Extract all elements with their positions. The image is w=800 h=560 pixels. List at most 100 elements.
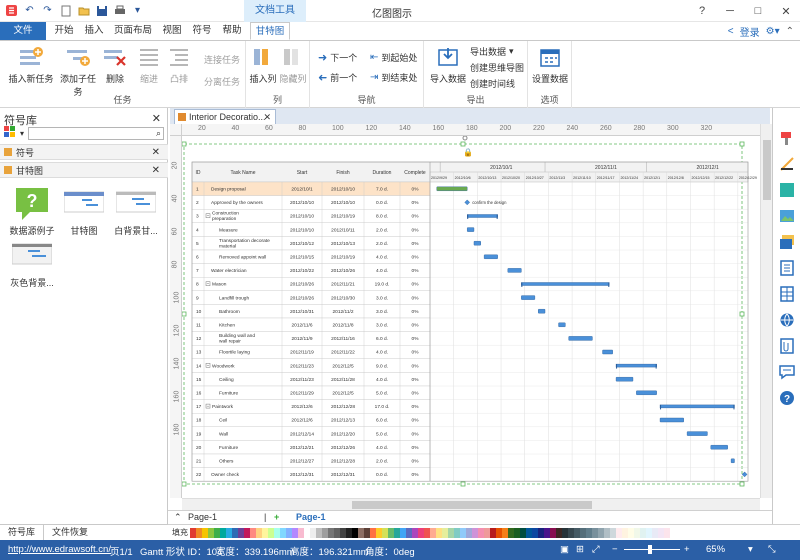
undo-icon[interactable]: ↶: [22, 3, 37, 18]
status-bar: http://www.edrawsoft.cn/ 页1/1 Gantt 形状 I…: [0, 540, 800, 560]
indent-button[interactable]: 凸排: [164, 45, 194, 85]
tab-help[interactable]: 帮助: [218, 22, 246, 40]
color-swatches[interactable]: [190, 528, 670, 538]
zoom-out-icon[interactable]: −: [612, 544, 618, 555]
settings-gear-icon[interactable]: ⚙▾: [766, 26, 780, 37]
page-nav-icon[interactable]: |: [264, 512, 266, 522]
insert-column-button[interactable]: 插入列: [248, 45, 278, 85]
delete-task-button[interactable]: 删除: [100, 45, 130, 85]
status-dropdown-icon[interactable]: ▾: [748, 544, 753, 555]
zoom-slider[interactable]: [624, 549, 680, 550]
layer-icon[interactable]: [779, 234, 795, 250]
redo-icon[interactable]: ↷: [40, 3, 55, 18]
tab-gantt[interactable]: 甘特图: [250, 22, 290, 40]
data-sheet-icon[interactable]: [779, 286, 795, 302]
go-start-icon: ⇤: [370, 52, 379, 63]
horizontal-scroll-thumb[interactable]: [352, 501, 592, 509]
attachment-icon[interactable]: [779, 338, 795, 354]
fit-width-icon[interactable]: ⊞: [576, 544, 584, 555]
library-grid-icon[interactable]: [4, 126, 16, 140]
help-question-icon[interactable]: ?: [688, 0, 716, 22]
document-tab[interactable]: Interior Decoratio... ✕: [174, 109, 276, 124]
ruler-tick-label: 40: [231, 125, 240, 132]
shape-data-source-example[interactable]: ? 数据源例子: [4, 184, 60, 237]
share-icon[interactable]: <: [728, 26, 734, 37]
go-to-start-button[interactable]: ⇤ 到起始处: [370, 51, 417, 64]
go-to-end-button[interactable]: ⇥ 到结束处: [370, 71, 417, 84]
color-swatch[interactable]: [664, 528, 670, 538]
category-close-icon[interactable]: ✕: [152, 147, 160, 158]
zoom-slider-thumb[interactable]: [648, 545, 652, 554]
hide-column-button[interactable]: 隐藏列: [278, 45, 308, 85]
tab-symbols[interactable]: 符号: [188, 22, 216, 40]
horizontal-scrollbar[interactable]: [182, 498, 760, 510]
image-icon[interactable]: [779, 208, 795, 224]
gantt-chart[interactable]: 🔒 ID Task Name Start Finish Duration Complete 2…: [182, 136, 760, 498]
full-screen-icon[interactable]: ⤢: [592, 544, 600, 555]
outdent-button[interactable]: 缩进: [134, 45, 164, 85]
previous-button[interactable]: ➜ 前一个: [318, 71, 357, 84]
help-icon[interactable]: ?: [779, 390, 795, 406]
tab-home[interactable]: 开始: [50, 22, 78, 40]
create-timeline-button[interactable]: 创建时间线: [470, 77, 515, 90]
minimize-button[interactable]: ─: [716, 0, 744, 22]
export-data-button[interactable]: 导出数据 ▾: [470, 45, 514, 58]
line-style-icon[interactable]: [779, 156, 795, 172]
add-page-icon[interactable]: +: [274, 512, 279, 522]
category-close-icon[interactable]: ✕: [152, 165, 160, 176]
save-icon[interactable]: [94, 3, 109, 18]
vertical-scrollbar[interactable]: [760, 124, 772, 498]
fit-window-icon[interactable]: ⤡: [768, 544, 776, 555]
fit-page-icon[interactable]: ▣: [560, 544, 569, 555]
tab-symbol-library[interactable]: 符号库: [0, 525, 45, 540]
vertical-scroll-thumb[interactable]: [763, 140, 771, 200]
new-icon[interactable]: [58, 3, 73, 18]
import-data-button[interactable]: 导入数据: [428, 45, 468, 85]
document-icon: [178, 113, 186, 121]
open-icon[interactable]: [76, 3, 91, 18]
hyperlink-globe-icon[interactable]: [779, 312, 795, 328]
settings-data-button[interactable]: 设置数据: [530, 45, 570, 85]
task-name: wall repair: [219, 339, 241, 345]
drawing-canvas[interactable]: 🔒 ID Task Name Start Finish Duration Complete 2…: [182, 136, 760, 498]
maximize-button[interactable]: □: [744, 0, 772, 22]
shape-white-bg-gantt[interactable]: 白背景甘...: [108, 184, 164, 237]
page-properties-icon[interactable]: [779, 260, 795, 276]
tab-insert[interactable]: 插入: [80, 22, 108, 40]
fill-color-icon[interactable]: [779, 182, 795, 198]
tab-file-recovery[interactable]: 文件恢复: [44, 525, 96, 540]
grid-dropdown-icon[interactable]: ▾: [20, 129, 24, 138]
page-up-icon[interactable]: ⌃: [174, 512, 182, 523]
library-category-symbols[interactable]: 符号 ✕: [0, 144, 168, 160]
add-subtask-button[interactable]: 添加子任务: [56, 45, 100, 98]
create-mindmap-button[interactable]: 创建思维导图: [470, 61, 524, 74]
login-link[interactable]: 登录: [740, 24, 760, 39]
library-category-gantt[interactable]: 甘特图 ✕: [0, 162, 168, 178]
page-selector[interactable]: Page-1: [188, 512, 217, 522]
unlink-task-button[interactable]: 分离任务: [204, 75, 240, 88]
tab-file[interactable]: 文件: [0, 22, 46, 40]
close-button[interactable]: ✕: [772, 0, 800, 22]
status-page: 页1/1: [110, 547, 133, 558]
website-link[interactable]: http://www.edrawsoft.cn/: [8, 544, 111, 555]
tab-page-layout[interactable]: 页面布局: [110, 22, 156, 40]
shape-gantt-chart[interactable]: 甘特图: [56, 184, 112, 237]
page-tab-1[interactable]: Page-1: [296, 512, 326, 522]
format-painter-icon[interactable]: [779, 130, 795, 146]
comment-icon[interactable]: [779, 364, 795, 380]
library-search-input[interactable]: ⌕: [28, 126, 164, 140]
shape-gray-bg-gantt[interactable]: 灰色背景...: [4, 236, 60, 289]
next-button[interactable]: ➜ 下一个: [318, 51, 357, 64]
panel-close-icon[interactable]: ✕: [152, 112, 161, 125]
zoom-in-icon[interactable]: +: [684, 544, 690, 555]
ribbon-collapse-icon[interactable]: ⌃: [786, 26, 794, 37]
date-tick-label: 2012/9/29: [431, 176, 447, 180]
link-task-button[interactable]: 连接任务: [204, 53, 240, 66]
task-name: Woodwork: [212, 363, 235, 369]
status-shape-id: Gantt 形状 ID：104: [140, 547, 223, 558]
insert-task-button[interactable]: 插入新任务: [6, 45, 56, 85]
tab-view[interactable]: 视图: [158, 22, 186, 40]
print-icon[interactable]: [112, 3, 127, 18]
document-close-icon[interactable]: ✕: [263, 110, 271, 124]
qat-dropdown-icon[interactable]: ▾: [130, 3, 145, 18]
